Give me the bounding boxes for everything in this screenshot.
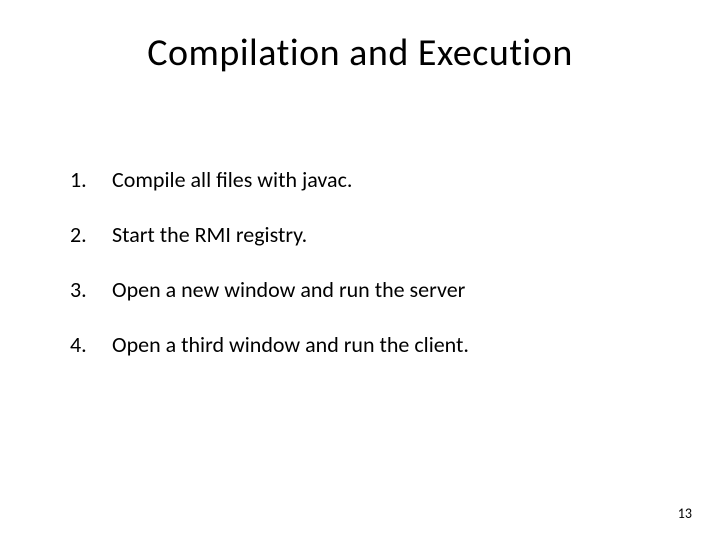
list-item: 2. Start the RMI registry. <box>70 221 660 248</box>
list-number: 4. <box>70 331 98 358</box>
list-number: 3. <box>70 276 98 303</box>
list-text: Compile all files with javac. <box>112 166 352 193</box>
list-item: 3. Open a new window and run the server <box>70 276 660 303</box>
step-list: 1. Compile all files with javac. 2. Star… <box>60 166 660 358</box>
list-text: Open a new window and run the server <box>112 276 465 303</box>
list-number: 1. <box>70 166 98 193</box>
list-number: 2. <box>70 221 98 248</box>
list-text: Start the RMI registry. <box>112 221 307 248</box>
list-item: 1. Compile all files with javac. <box>70 166 660 193</box>
slide-container: Compilation and Execution 1. Compile all… <box>0 0 720 540</box>
page-number: 13 <box>678 505 692 522</box>
slide-title: Compilation and Execution <box>60 30 660 76</box>
list-item: 4. Open a third window and run the clien… <box>70 331 660 358</box>
list-text: Open a third window and run the client. <box>112 331 469 358</box>
